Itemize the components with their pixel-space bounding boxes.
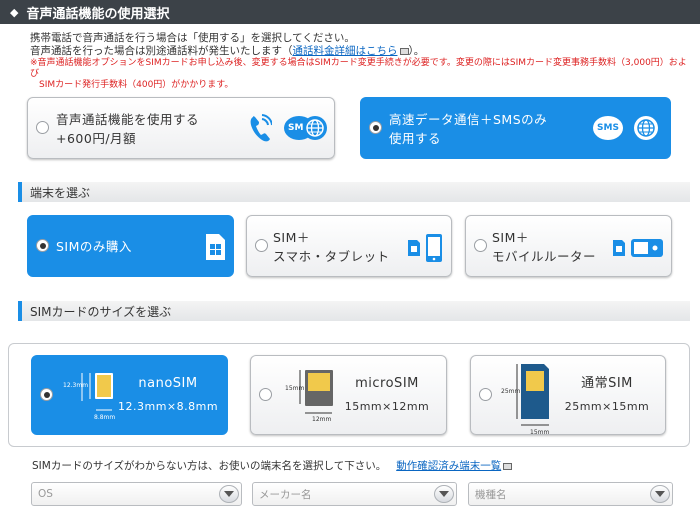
- option-sublabel: スマホ・タブレット: [273, 249, 390, 264]
- maker-select[interactable]: メーカー名: [252, 482, 457, 506]
- globe-icon: [303, 116, 327, 140]
- dimension-height-label: 25mm: [501, 388, 521, 395]
- select-placeholder: 機種名: [475, 488, 507, 501]
- option-label: SIM＋: [492, 230, 529, 245]
- radio-button[interactable]: [255, 239, 268, 252]
- phone-icon: [250, 114, 272, 142]
- smartphone-icon: [426, 234, 442, 262]
- option-sublabel: モバイルルーター: [492, 249, 597, 264]
- sim-card-icon: [206, 234, 225, 260]
- sim-size-option-standard[interactable]: 25mm 15mm 通常SIM 25mm×15mm: [470, 355, 666, 436]
- option-label: 音声通話機能を使用する: [56, 112, 200, 127]
- dimension-width-label: 8.8mm: [94, 414, 116, 421]
- radio-button[interactable]: [36, 121, 49, 134]
- sim-card-icon: [408, 240, 420, 256]
- section-title: 端末を選ぶ: [30, 185, 91, 200]
- device-option-sim-smartphone[interactable]: SIM＋ スマホ・タブレット: [246, 215, 452, 277]
- sim-size-name: 通常SIM: [581, 376, 633, 391]
- section-title: 音声通話機能の使用選択: [26, 6, 170, 22]
- mobile-router-icon: [631, 239, 663, 257]
- note-line-2: 音声通話を行った場合は別途通話料が発生いたします（通話料金詳細はこちら）。: [30, 45, 425, 57]
- sms-icon: SMS: [593, 116, 623, 140]
- model-select[interactable]: 機種名: [468, 482, 673, 506]
- chevron-down-icon[interactable]: [434, 485, 454, 503]
- external-window-icon: [503, 462, 513, 470]
- device-hint: SIMカードのサイズがわからない方は、お使いの端末名を選択して下さい。 動作確認済…: [32, 458, 513, 473]
- warning-line-2: SIMカード発行手数料（400円）がかかります。: [39, 80, 234, 90]
- diamond-icon: ◆: [10, 5, 19, 19]
- radio-button[interactable]: [36, 239, 49, 252]
- radio-button[interactable]: [479, 388, 492, 401]
- section-header-sim-size: SIMカードのサイズを選ぶ: [18, 301, 690, 321]
- device-option-sim-router[interactable]: SIM＋ モバイルルーター: [465, 215, 672, 277]
- option-label: SIMのみ購入: [56, 239, 132, 254]
- sim-size-option-micro[interactable]: 15mm 12mm microSIM 15mm×12mm: [250, 355, 447, 435]
- sim-card-icon: [613, 240, 625, 256]
- option-label: 高速データ通信＋SMSのみ: [389, 112, 548, 127]
- sim-size-name: nanoSIM: [138, 376, 198, 391]
- sim-size-dims: 25mm×15mm: [564, 400, 650, 413]
- sim-size-option-nano[interactable]: 12.3mm 8.8mm nanoSIM 12.3mm×8.8mm: [31, 355, 228, 435]
- sim-size-dims: 12.3mm×8.8mm: [118, 400, 219, 413]
- chevron-down-icon[interactable]: [219, 485, 239, 503]
- device-option-sim-only[interactable]: SIMのみ購入: [27, 215, 234, 277]
- voice-option-use[interactable]: 音声通話機能を使用する +600円/月額 SMS: [27, 97, 335, 159]
- option-label: SIM＋: [273, 230, 310, 245]
- hint-text: SIMカードのサイズがわからない方は、お使いの端末名を選択して下さい。: [32, 460, 387, 472]
- select-placeholder: メーカー名: [259, 488, 312, 501]
- section-header-device: 端末を選ぶ: [18, 182, 690, 202]
- radio-button[interactable]: [369, 121, 382, 134]
- sim-size-dims: 15mm×12mm: [344, 400, 430, 413]
- call-fee-link[interactable]: 通話料金詳細はこちら: [293, 45, 398, 57]
- option-sublabel: 使用する: [389, 131, 442, 146]
- dimension-height-label: 15mm: [285, 385, 305, 392]
- warning-line-1: ※音声通話機能オプションをSIMカードお申し込み後、変更する場合はSIMカード変…: [30, 58, 687, 79]
- verified-devices-link[interactable]: 動作確認済み端末一覧: [396, 460, 501, 472]
- external-window-icon: [399, 47, 409, 55]
- sim-size-name: microSIM: [355, 376, 419, 391]
- os-select[interactable]: OS: [31, 482, 242, 506]
- radio-button[interactable]: [40, 388, 53, 401]
- radio-button[interactable]: [474, 239, 487, 252]
- voice-option-data-sms[interactable]: 高速データ通信＋SMSのみ 使用する SMS: [360, 97, 671, 159]
- note-line-1: 携帯電話で音声通話を行う場合は「使用する」を選択してください。: [30, 32, 355, 44]
- dimension-height-label: 12.3mm: [63, 382, 89, 389]
- dimension-width-label: 12mm: [312, 416, 332, 423]
- radio-button[interactable]: [259, 388, 272, 401]
- section-title: SIMカードのサイズを選ぶ: [30, 304, 172, 319]
- option-sublabel: +600円/月額: [56, 131, 137, 146]
- section-header: ◆ 音声通話機能の使用選択: [0, 0, 700, 24]
- standard-sim-diagram-icon: [516, 364, 549, 426]
- chevron-down-icon[interactable]: [650, 485, 670, 503]
- notes: 携帯電話で音声通話を行う場合は「使用する」を選択してください。 音声通話を行った…: [30, 32, 690, 91]
- globe-icon: [634, 116, 658, 140]
- select-placeholder: OS: [38, 488, 53, 500]
- dimension-width-label: 15mm: [530, 429, 550, 436]
